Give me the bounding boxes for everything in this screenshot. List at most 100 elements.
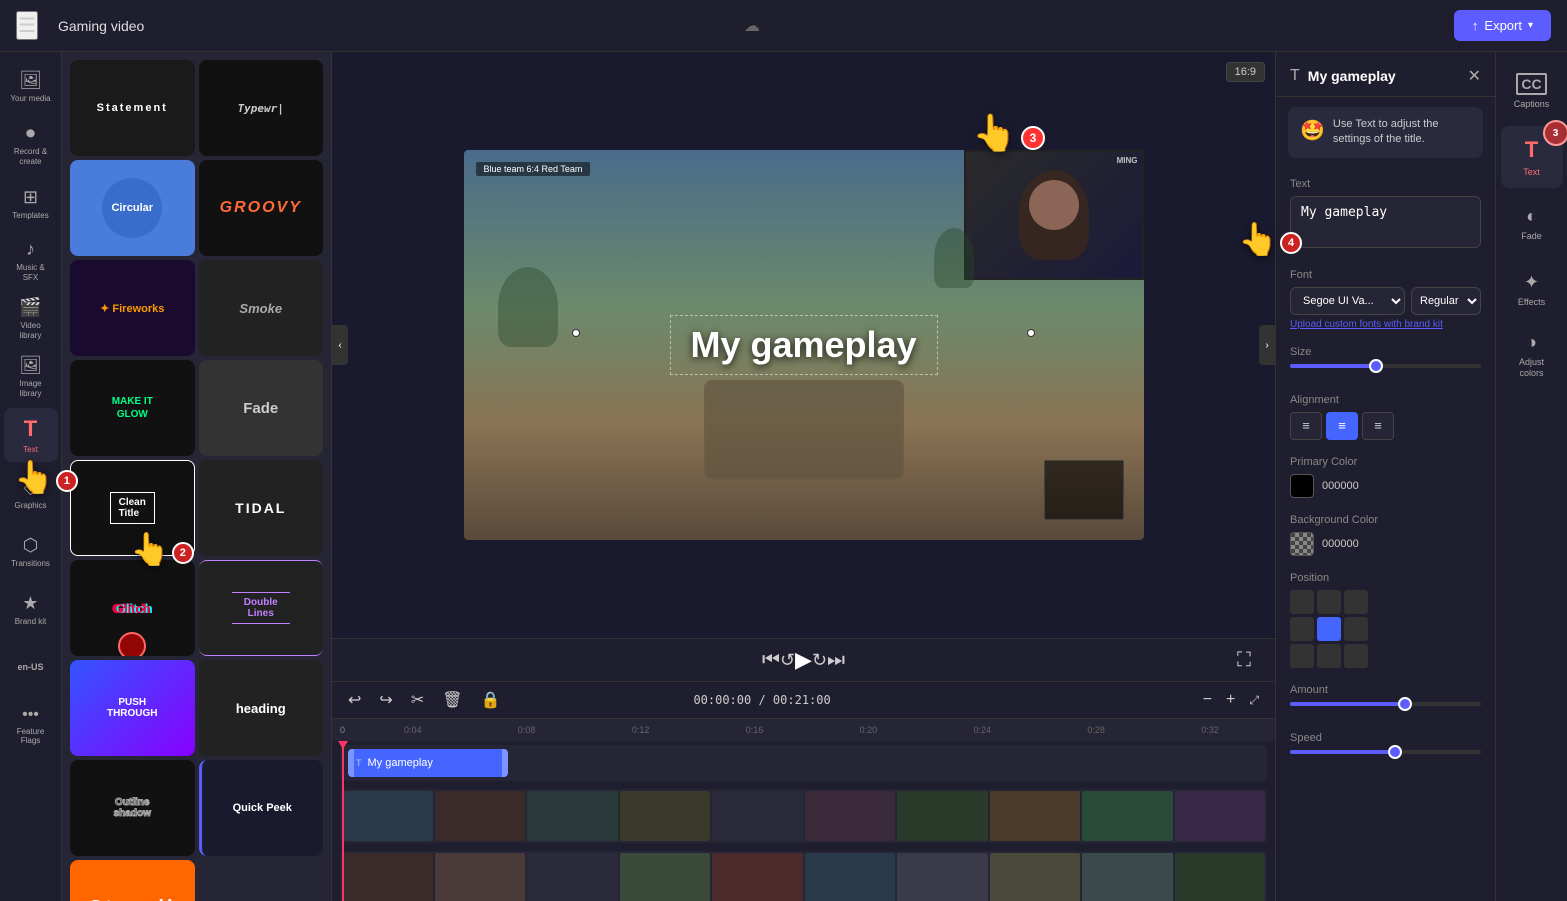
delete-button[interactable]: 🗑 — [438, 688, 466, 712]
speed-slider-thumb[interactable] — [1388, 745, 1402, 759]
background-color-swatch[interactable] — [1290, 532, 1314, 556]
menu-button[interactable]: ☰ — [16, 11, 38, 40]
template-statement[interactable]: Statement — [70, 60, 195, 156]
skip-forward-button[interactable]: ⏭ — [827, 649, 845, 672]
pos-bot-right[interactable] — [1344, 644, 1368, 668]
far-right-adjust-colors[interactable]: ◑ Adjustcolors — [1501, 324, 1563, 386]
template-pushthrough[interactable]: PUSHTHROUGH — [70, 660, 195, 756]
sidebar-item-brand-kit[interactable]: ★ Brand kit — [4, 582, 58, 636]
sidebar-item-image-library[interactable]: 🖼 Imagelibrary — [4, 350, 58, 404]
template-groovy[interactable]: GROOVY — [199, 160, 324, 256]
panel-close-button[interactable]: ✕ — [1468, 66, 1481, 86]
far-right-effects[interactable]: ✦ Effects — [1501, 258, 1563, 320]
template-tidal[interactable]: TIDAL — [199, 460, 324, 556]
template-heading[interactable]: heading — [199, 660, 324, 756]
template-fireworks[interactable]: ✦ Fireworks — [70, 260, 195, 356]
sidebar-item-record-create[interactable]: ⏺ Record &create — [4, 118, 58, 172]
font-select[interactable]: Segoe UI Va... — [1290, 287, 1405, 315]
clip-handle-right[interactable] — [502, 749, 508, 777]
film-frame — [435, 791, 526, 841]
forward-button[interactable]: ↻ — [812, 650, 827, 671]
template-typewriter[interactable]: Typewr| — [199, 60, 324, 156]
align-right-button[interactable]: ≡ — [1362, 412, 1394, 440]
pos-mid-center[interactable] — [1317, 617, 1341, 641]
template-smoke[interactable]: Smoke — [199, 260, 324, 356]
font-weight-select[interactable]: Regular Bold — [1411, 287, 1481, 315]
pos-top-right[interactable] — [1344, 590, 1368, 614]
ruler-origin: 0 — [340, 725, 348, 735]
template-fade[interactable]: Fade — [199, 360, 324, 456]
sidebar-item-en-us[interactable]: en-US — [4, 640, 58, 694]
current-time: 00:00:00 — [693, 693, 751, 707]
film-frame — [620, 791, 711, 841]
playhead[interactable] — [342, 741, 344, 901]
export-button[interactable]: ↑ Export ▾ — [1454, 10, 1551, 41]
align-left-button[interactable]: ≡ — [1290, 412, 1322, 440]
sidebar-item-more[interactable]: ••• FeatureFlags — [4, 698, 58, 752]
panel-header: T My gameplay ✕ — [1276, 52, 1495, 97]
sidebar-item-transitions[interactable]: ⬡ Transitions — [4, 524, 58, 578]
zoom-out-button[interactable]: − — [1199, 689, 1216, 711]
image-library-icon: 🖼 — [19, 355, 42, 376]
template-cleantitle[interactable]: CleanTitle — [70, 460, 195, 556]
far-right-captions[interactable]: CC Captions — [1501, 60, 1563, 122]
template-quickpeek[interactable]: Quick Peek — [199, 760, 324, 856]
template-makeitglow[interactable]: MAKE ITGLOW — [70, 360, 195, 456]
template-glitch[interactable]: Glitch — [70, 560, 195, 656]
size-slider-thumb[interactable] — [1369, 359, 1383, 373]
tip-emoji: 🤩 — [1300, 117, 1325, 148]
clip-handle-left[interactable] — [348, 749, 354, 777]
collapse-right-button[interactable]: › — [1259, 325, 1275, 365]
pos-bot-left[interactable] — [1290, 644, 1314, 668]
far-right-fade[interactable]: ◐ Fade — [1501, 192, 1563, 254]
play-button[interactable]: ▶ — [795, 647, 812, 673]
text-input[interactable]: My gameplay — [1290, 196, 1481, 248]
clip-type-icon: T — [356, 758, 362, 768]
sidebar-item-label: Your media — [10, 94, 50, 104]
sidebar-item-templates[interactable]: ⊞ Templates — [4, 176, 58, 230]
cut-button[interactable]: ✂ — [407, 688, 428, 712]
far-right-text[interactable]: T Text 3 — [1501, 126, 1563, 188]
total-time: 00:21:00 — [773, 693, 831, 707]
template-doublelines[interactable]: DoubleLines — [199, 560, 324, 656]
ruler-mark: 0:24 — [925, 725, 1039, 735]
language-icon: en-US — [17, 662, 43, 672]
tree2 — [934, 228, 974, 288]
sidebar-item-music[interactable]: ♪ Music &SFX — [4, 234, 58, 288]
film-frame — [712, 791, 803, 841]
ruler-mark: 0:08 — [470, 725, 584, 735]
pos-mid-left[interactable] — [1290, 617, 1314, 641]
lock-button[interactable]: 🔒 — [477, 688, 505, 712]
collapse-left-button[interactable]: ‹ — [332, 325, 348, 365]
redo-button[interactable]: ↪ — [375, 688, 396, 712]
video-overlay-text[interactable]: My gameplay — [669, 315, 937, 375]
rewind-button[interactable]: ↺ — [780, 650, 795, 671]
amount-slider-thumb[interactable] — [1398, 697, 1412, 711]
sidebar-item-your-media[interactable]: 🖼 Your media — [4, 60, 58, 114]
pos-top-center[interactable] — [1317, 590, 1341, 614]
template-outlineshadow[interactable]: Outlineshadow — [70, 760, 195, 856]
text-section-label: Text — [1290, 178, 1481, 190]
zoom-in-button[interactable]: + — [1222, 689, 1239, 711]
pos-mid-right[interactable] — [1344, 617, 1368, 641]
sidebar-item-text[interactable]: T Text — [4, 408, 58, 462]
captions-label: Captions — [1514, 99, 1550, 109]
template-circular[interactable]: Circular — [70, 160, 195, 256]
pos-top-left[interactable] — [1290, 590, 1314, 614]
upload-fonts-link[interactable]: Upload custom fonts with brand kit — [1290, 319, 1481, 330]
align-center-button[interactable]: ≡ — [1326, 412, 1358, 440]
sidebar-item-graphics[interactable]: ◇ Graphics — [4, 466, 58, 520]
pos-bot-center[interactable] — [1317, 644, 1341, 668]
zoom-fit-button[interactable]: ⤢ — [1245, 689, 1263, 711]
text-clip[interactable]: T My gameplay — [348, 749, 508, 777]
film-frame — [1175, 853, 1266, 901]
fullscreen-button[interactable]: ⛶ — [1237, 649, 1251, 672]
template-stencil[interactable]: Stencil — [70, 860, 195, 901]
primary-color-swatch[interactable] — [1290, 474, 1314, 498]
amount-slider-track — [1290, 702, 1481, 706]
film-frame — [990, 791, 1081, 841]
sidebar-item-video-library[interactable]: 🎬 Videolibrary — [4, 292, 58, 346]
undo-button[interactable]: ↩ — [344, 688, 365, 712]
skip-back-button[interactable]: ⏮ — [762, 649, 780, 672]
text-section: Text My gameplay — [1276, 168, 1495, 259]
